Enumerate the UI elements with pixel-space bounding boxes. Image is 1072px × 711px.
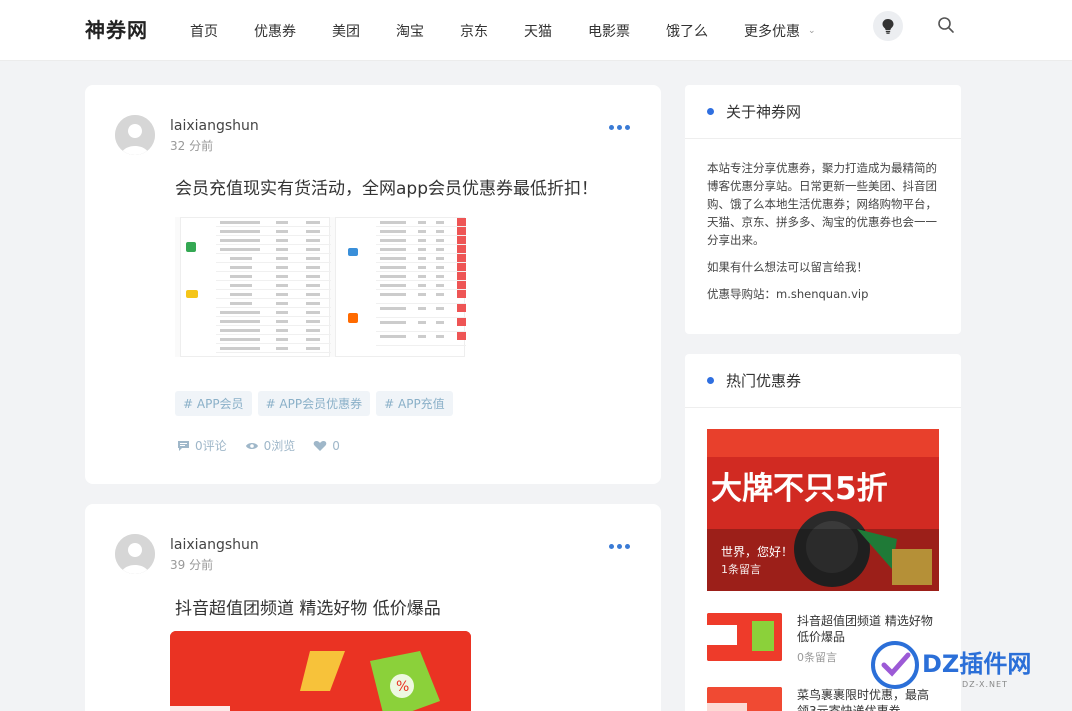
feature-comments: 1条留言 [721,563,761,576]
dz-logo-icon [871,641,919,689]
nav-more-label: 更多优惠 [744,23,800,40]
nav-item-coupons[interactable]: 优惠券 [254,21,296,41]
widget-title: 关于神券网 [726,103,802,121]
about-widget: 关于神券网 本站专注分享优惠券，聚力打造成为最精简的博客优惠分享站。日常更新一些… [685,85,961,334]
eye-icon [245,442,258,449]
post-time: 32 分前 [170,139,214,153]
watermark-sub: DZ-X.NET [962,680,1008,689]
post-stats: 0评论 0浏览 0 [177,437,340,454]
post-tags: # APP会员 # APP会员优惠券 # APP充值 [175,391,453,416]
nav-item-movie[interactable]: 电影票 [588,21,630,41]
post-author[interactable]: laixiangshun [170,118,259,134]
promo-thumb-graphic [707,613,782,661]
thumbnail-table-right [335,217,466,357]
post-title[interactable]: 会员充值现实有货活动，全网app会员优惠券最低折扣！ [175,174,598,199]
tag-link[interactable]: # APP充值 [376,391,453,416]
heart-icon [313,440,327,451]
default-avatar-icon [115,534,155,574]
app-logo-icon [186,242,196,252]
promo-thumb-graphic [707,687,782,711]
app-logo-icon [348,313,358,323]
svg-text:%: % [396,679,409,695]
widget-header: 热门优惠券 [685,354,961,408]
nav-item-home[interactable]: 首页 [190,21,218,41]
more-options-icon[interactable] [609,544,630,549]
promo-banner-graphic: % [170,631,471,711]
post-thumbnail[interactable]: % [170,631,471,711]
site-logo[interactable]: 神券网 [85,14,148,43]
views-count: 0浏览 [263,439,296,453]
post-time: 39 分前 [170,558,214,572]
hot-item-thumbnail [707,613,782,661]
nav-item-eleme[interactable]: 饿了么 [666,21,708,41]
post-title[interactable]: 抖音超值团频道 精选好物 低价爆品 [175,594,441,619]
more-options-icon[interactable] [609,125,630,130]
about-paragraph: 如果有什么想法可以留言给我！ [707,260,868,274]
feature-banner-text: 大牌不只5折 [711,471,888,507]
hot-item-thumbnail [707,687,782,711]
likes-stat[interactable]: 0 [313,439,340,453]
comments-stat[interactable]: 0评论 [177,437,227,454]
nav-item-more[interactable]: 更多优惠 ⌄ [744,21,816,41]
about-paragraph: 优惠导购站：m.shenquan.vip [707,287,869,301]
views-stat: 0浏览 [245,437,296,454]
likes-count: 0 [332,438,340,453]
post-thumbnail[interactable] [175,217,466,357]
main-nav: 首页 优惠券 美团 淘宝 京东 天猫 电影票 饿了么 更多优惠 ⌄ [190,0,816,61]
site-watermark: DZ插件网 DZ-X.NET [870,640,1070,700]
about-paragraph: 本站专注分享优惠券，聚力打造成为最精简的博客优惠分享站。日常更新一些美团、抖音团… [707,161,937,247]
avatar[interactable] [115,115,155,155]
app-logo-icon [348,248,358,256]
theme-toggle-button[interactable] [873,11,903,41]
tag-link[interactable]: # APP会员 [175,391,252,416]
post-card: laixiangshun 39 分前 抖音超值团频道 精选好物 低价爆品 % [85,504,661,711]
default-avatar-icon [115,115,155,155]
lightbulb-icon [882,19,894,34]
hot-feature-card[interactable]: 大牌不只5折 世界，您好！ 1条留言 [707,429,939,591]
about-text: 本站专注分享优惠券，聚力打造成为最精简的博客优惠分享站。日常更新一些美团、抖音团… [685,139,961,303]
comments-count: 0评论 [195,439,227,453]
nav-item-tmall[interactable]: 天猫 [524,21,552,41]
search-button[interactable] [937,16,955,34]
widget-title: 热门优惠券 [726,372,802,390]
nav-item-jd[interactable]: 京东 [460,21,488,41]
tag-link[interactable]: # APP会员优惠券 [257,391,371,416]
hot-item-comments: 0条留言 [797,651,837,664]
bullet-icon [707,108,714,115]
feature-title[interactable]: 世界，您好！ [721,543,793,560]
widget-header: 关于神券网 [685,85,961,139]
avatar[interactable] [115,534,155,574]
post-author[interactable]: laixiangshun [170,537,259,553]
post-card: laixiangshun 32 分前 会员充值现实有货活动，全网app会员优惠券… [85,85,661,484]
search-icon [938,17,954,33]
chevron-down-icon: ⌄ [808,25,816,36]
watermark-text: DZ插件网 [922,650,1032,678]
app-logo-icon [186,290,198,298]
bullet-icon [707,377,714,384]
nav-item-meituan[interactable]: 美团 [332,21,360,41]
site-header: 神券网 首页 优惠券 美团 淘宝 京东 天猫 电影票 饿了么 更多优惠 ⌄ [0,0,1072,61]
comment-icon [178,440,189,451]
nav-item-taobao[interactable]: 淘宝 [396,21,424,41]
thumbnail-table-left [180,217,331,357]
